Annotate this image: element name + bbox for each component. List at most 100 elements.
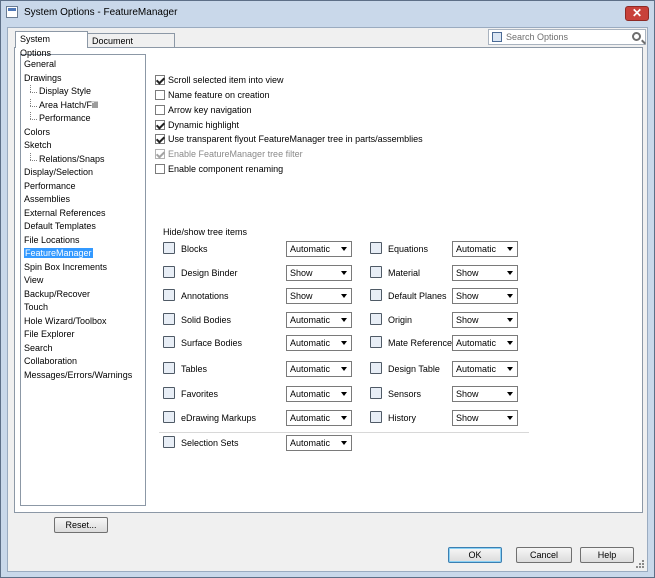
visibility-select[interactable]: Show [286, 288, 352, 304]
tree-item-label: Collaboration [24, 356, 78, 366]
checkbox-label: Name feature on creation [168, 90, 270, 100]
checkbox-label: Scroll selected item into view [168, 75, 284, 85]
visibility-select[interactable]: Automatic [286, 335, 352, 351]
search-input[interactable]: Search Options [506, 32, 568, 42]
help-button[interactable]: Help [580, 547, 634, 563]
checkbox-option[interactable]: Arrow key navigation [155, 104, 252, 117]
tree-item-label: History [388, 413, 417, 423]
checkbox[interactable] [155, 149, 165, 159]
tree-visibility-row: Annotations Show [163, 288, 352, 304]
tree-item[interactable]: Performance [21, 180, 145, 194]
tree-item[interactable]: Collaboration [21, 355, 145, 369]
visibility-select[interactable]: Show [452, 288, 518, 304]
hide-show-section-label: Hide/show tree items [163, 227, 248, 237]
search-options-box[interactable]: Search Options [488, 29, 646, 45]
tree-item[interactable]: Area Hatch/Fill [21, 98, 145, 113]
visibility-select[interactable]: Automatic [286, 386, 352, 402]
tree-item[interactable]: Backup/Recover [21, 288, 145, 302]
favorites-icon [163, 387, 175, 399]
tree-item[interactable]: Sketch [21, 139, 145, 153]
visibility-select[interactable]: Show [452, 410, 518, 426]
checkbox[interactable] [155, 164, 165, 174]
tree-item-label: File Explorer [24, 329, 75, 339]
visibility-select[interactable]: Show [452, 265, 518, 281]
tree-item[interactable]: File Explorer [21, 328, 145, 342]
tree-item-label: Design Binder [181, 268, 238, 278]
visibility-select[interactable]: Show [452, 386, 518, 402]
visibility-select[interactable]: Automatic [286, 361, 352, 377]
tree-visibility-row: Solid Bodies Automatic [163, 312, 352, 328]
tree-item[interactable]: Display/Selection [21, 166, 145, 180]
tree-item-label: General [24, 59, 57, 69]
checkbox-option[interactable]: Name feature on creation [155, 89, 270, 102]
tree-item-label: Default Templates [24, 221, 96, 231]
checkbox[interactable] [155, 120, 165, 130]
tree-item[interactable]: Relations/Snaps [21, 152, 145, 167]
checkbox-option[interactable]: Use transparent flyout FeatureManager tr… [155, 133, 423, 146]
tree-item[interactable]: Display Style [21, 85, 145, 99]
tree-item-label: Touch [24, 302, 49, 312]
tree-item-label: Colors [24, 126, 51, 137]
checkbox-option[interactable]: Scroll selected item into view [155, 74, 284, 87]
resize-grip[interactable] [634, 558, 644, 568]
visibility-select[interactable]: Automatic [452, 241, 518, 257]
search-icon[interactable] [632, 32, 641, 41]
checkbox[interactable] [155, 75, 165, 85]
tree-visibility-row: Selection Sets Automatic [163, 435, 352, 451]
tree-item-label: eDrawing Markups [181, 413, 257, 423]
tree-item[interactable]: General [21, 58, 145, 72]
window-icon [6, 6, 18, 18]
tree-item[interactable]: Assemblies [21, 193, 145, 207]
tree-item-label: Hole Wizard/Toolbox [24, 315, 107, 326]
tree-item[interactable]: Spin Box Increments [21, 261, 145, 275]
tree-item-label: Area Hatch/Fill [39, 99, 99, 110]
reset-button[interactable]: Reset... [54, 517, 108, 533]
tree-item[interactable]: View [21, 274, 145, 288]
checkbox[interactable] [155, 105, 165, 115]
options-tree[interactable]: General Drawings Display Style Area Hatch/F… [20, 54, 146, 506]
checkbox-option[interactable]: Enable FeatureManager tree filter [155, 148, 303, 161]
cancel-button[interactable]: Cancel [516, 547, 572, 563]
title-bar[interactable]: System Options - FeatureManager ✕ [1, 1, 654, 25]
tree-item[interactable]: Touch [21, 301, 145, 315]
tree-item-label: Mate References [388, 338, 457, 348]
visibility-select[interactable]: Automatic [286, 435, 352, 451]
tree-item-label: Design Table [388, 364, 440, 374]
checkbox[interactable] [155, 134, 165, 144]
tree-item[interactable]: External References [21, 207, 145, 221]
visibility-select[interactable]: Automatic [286, 241, 352, 257]
tree-item[interactable]: FeatureManager [21, 247, 145, 261]
tree-item[interactable]: Search [21, 342, 145, 356]
tree-item[interactable]: Hole Wizard/Toolbox [21, 315, 145, 329]
tree-visibility-row: Design Table Automatic [370, 361, 518, 377]
visibility-select[interactable]: Show [286, 265, 352, 281]
tree-item-label: Equations [388, 244, 429, 254]
tree-item[interactable]: Colors [21, 126, 145, 140]
ok-button[interactable]: OK [448, 547, 502, 563]
tree-item-label: Sensors [388, 389, 422, 399]
dialog-client: System Options Document Properties Searc… [7, 27, 648, 572]
tree-item[interactable]: File Locations [21, 234, 145, 248]
mate-references-icon [370, 336, 382, 348]
checkbox-label: Enable component renaming [168, 164, 284, 174]
tree-visibility-row: Surface Bodies Automatic [163, 335, 352, 351]
checkbox-option[interactable]: Dynamic highlight [155, 119, 239, 132]
tree-item[interactable]: Messages/Errors/Warnings [21, 369, 145, 383]
tree-item[interactable]: Default Templates [21, 220, 145, 234]
checkbox-option[interactable]: Enable component renaming [155, 163, 283, 176]
tab-system-options[interactable]: System Options [15, 31, 88, 58]
close-button[interactable]: ✕ [625, 6, 649, 21]
checkbox[interactable] [155, 90, 165, 100]
visibility-select[interactable]: Automatic [452, 361, 518, 377]
visibility-select[interactable]: Automatic [286, 312, 352, 328]
tree-item-label: Surface Bodies [181, 338, 243, 348]
tree-item[interactable]: Drawings [21, 72, 145, 86]
tree-item[interactable]: Performance [21, 112, 145, 126]
tree-visibility-row: Origin Show [370, 312, 518, 328]
tree-visibility-row: Material Show [370, 265, 518, 281]
visibility-select[interactable]: Automatic [286, 410, 352, 426]
origin-icon [370, 313, 382, 325]
visibility-select[interactable]: Show [452, 312, 518, 328]
tree-item-label: Selection Sets [181, 438, 239, 448]
visibility-select[interactable]: Automatic [452, 335, 518, 351]
